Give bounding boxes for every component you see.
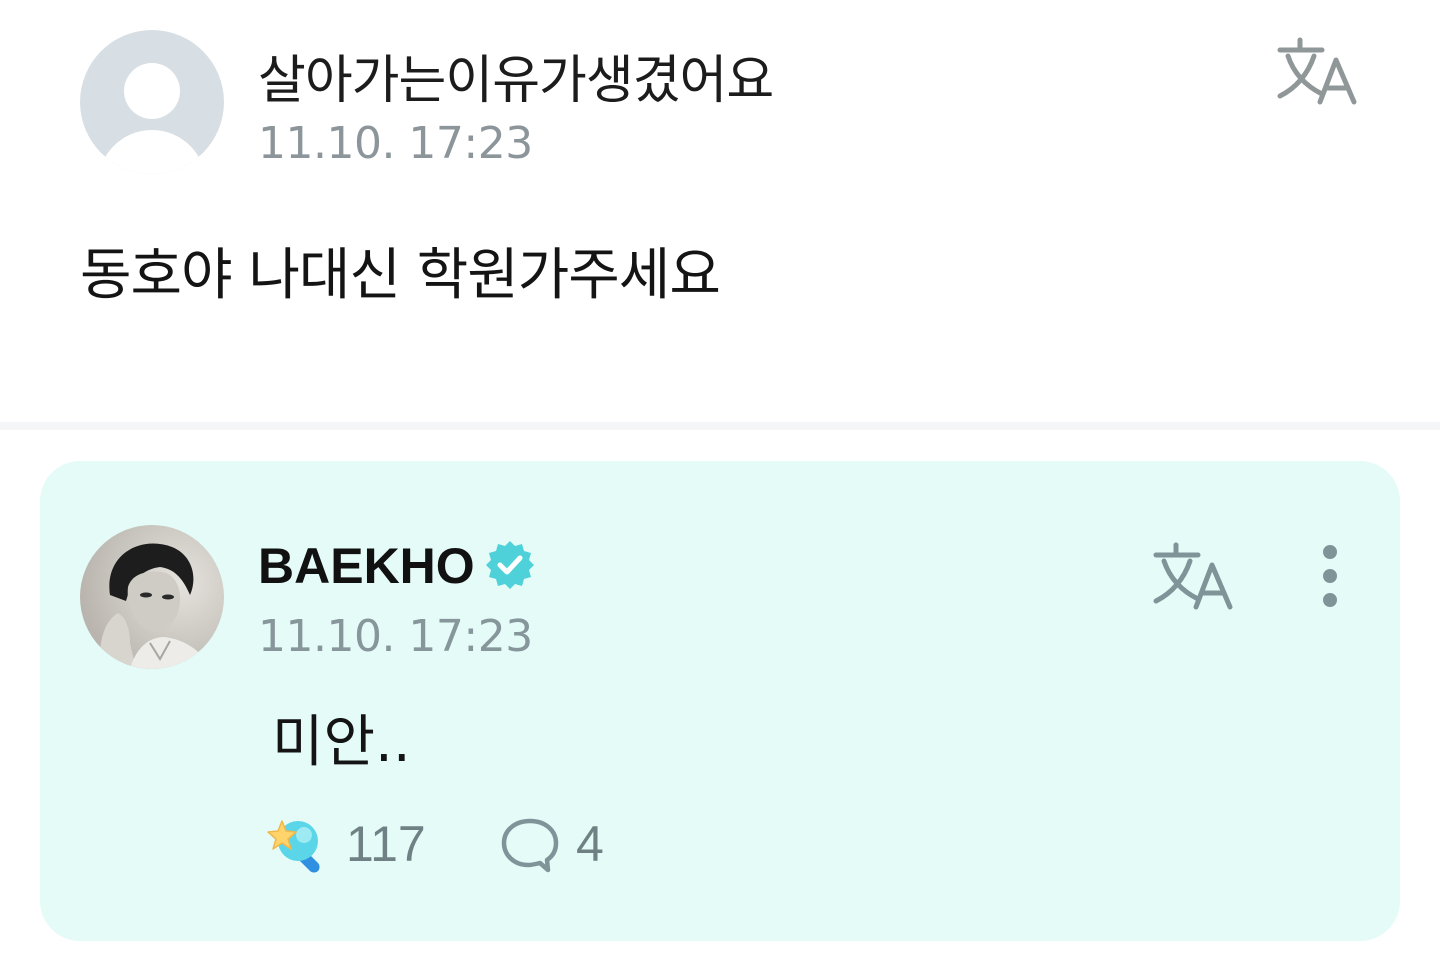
artist-translate-button[interactable] [1146, 539, 1242, 619]
fan-author-name[interactable]: 살아가는이유가생겼어요 [258, 38, 774, 113]
section-divider [0, 422, 1440, 430]
like-count: 117 [346, 816, 426, 872]
more-options-button[interactable] [1302, 541, 1358, 611]
speech-bubble-icon [501, 818, 559, 873]
artist-avatar[interactable] [80, 525, 224, 669]
more-vertical-icon-dot [1323, 569, 1337, 583]
artist-reply-text: 미안.. [272, 710, 411, 775]
verified-badge-icon [484, 539, 536, 591]
default-avatar-icon[interactable] [80, 30, 224, 174]
artist-name[interactable]: BAEKHO [258, 537, 475, 595]
comment-count: 4 [576, 816, 604, 872]
avatar-body-shape [98, 130, 206, 174]
like-button[interactable]: 117 [258, 809, 438, 879]
fan-translate-button[interactable] [1270, 34, 1366, 114]
comment-button[interactable]: 4 [498, 809, 628, 879]
artist-reply-timestamp: 11.10. 17:23 [258, 611, 533, 662]
fan-post-timestamp: 11.10. 17:23 [258, 118, 533, 169]
fan-post: 살아가는이유가생겼어요 11.10. 17:23 동호야 나대신 학원가주세요 [0, 0, 1440, 422]
avatar-head-shape [124, 63, 180, 119]
star-wand-icon [267, 820, 320, 873]
fan-post-text: 동호야 나대신 학원가주세요 [80, 243, 721, 308]
artist-photo [80, 525, 224, 669]
translate-icon [1277, 37, 1357, 105]
translate-icon [1153, 542, 1233, 610]
post-detail-screen: 살아가는이유가생겼어요 11.10. 17:23 동호야 나대신 학원가주세요 [0, 0, 1440, 965]
more-vertical-icon [1323, 545, 1337, 559]
artist-reply-card: BAEKHO 11.10. 17:23 미안.. 117 4 [40, 461, 1400, 941]
reaction-bar: 117 4 [258, 809, 658, 879]
more-vertical-icon-dot [1323, 593, 1337, 607]
